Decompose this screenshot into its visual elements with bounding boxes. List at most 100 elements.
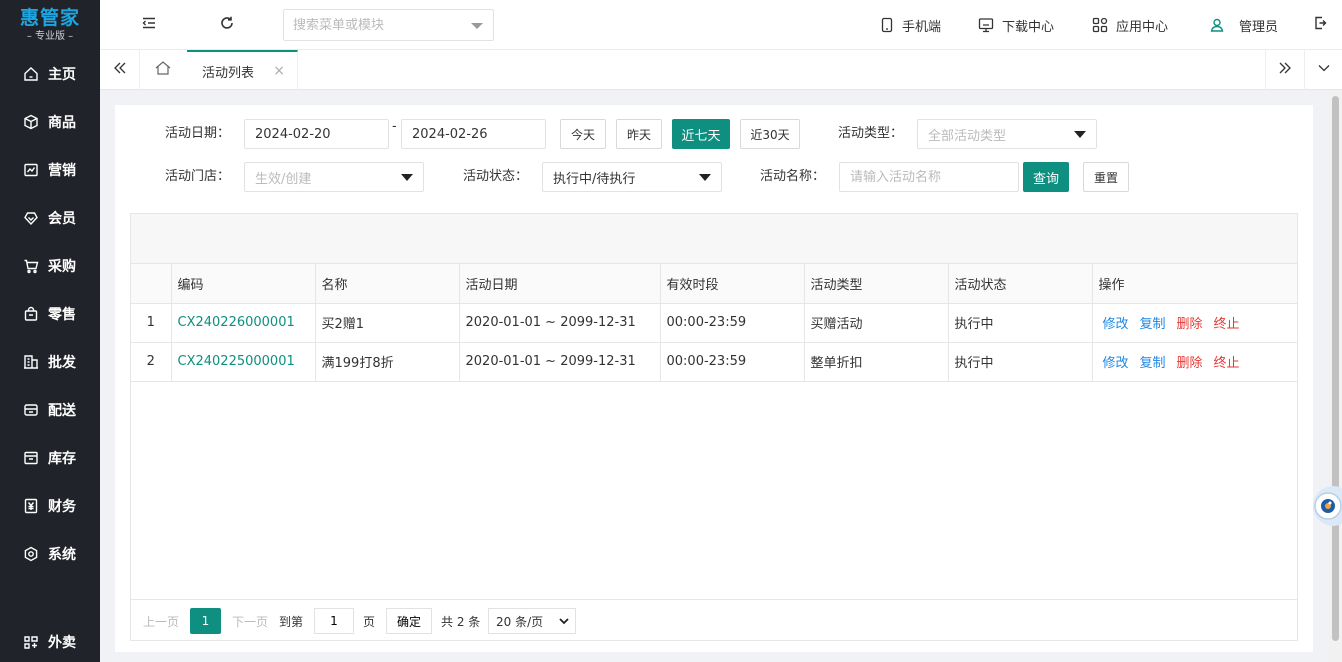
tab-activity-list[interactable]: 活动列表 ×	[187, 50, 298, 90]
sidebar-item-label: 财务	[48, 499, 76, 515]
copy-link[interactable]: 复制	[1140, 317, 1166, 332]
row-index: 2	[131, 342, 172, 382]
column-header-date[interactable]: 活动日期	[459, 264, 661, 304]
today-button[interactable]: 今天	[560, 119, 606, 149]
close-icon[interactable]: ×	[273, 63, 285, 79]
user-avatar-icon	[1209, 17, 1225, 33]
sidebar-item-home[interactable]: 主页	[0, 52, 100, 96]
reset-button[interactable]: 重置	[1083, 162, 1129, 192]
goto-label: 到第	[279, 614, 304, 629]
menu-search[interactable]	[283, 9, 494, 41]
caret-down-icon	[699, 174, 711, 181]
sidebar-item-finance[interactable]: 财务	[0, 484, 100, 528]
sidebar-item-delivery[interactable]: 配送	[0, 388, 100, 432]
goto-confirm-button[interactable]: 确定	[386, 608, 433, 634]
stop-link[interactable]: 终止	[1214, 356, 1240, 371]
next-page-button[interactable]: 下一页	[232, 608, 268, 634]
prev-page-button[interactable]: 上一页	[143, 608, 179, 634]
sidebar-item-products[interactable]: 商品	[0, 100, 100, 144]
tab-bar: 活动列表 ×	[100, 50, 1342, 90]
phone-icon	[880, 17, 894, 33]
sidebar-item-inventory[interactable]: 库存	[0, 436, 100, 480]
column-header-index	[131, 264, 172, 304]
delete-link[interactable]: 删除	[1177, 356, 1203, 371]
goto-page-input[interactable]	[314, 608, 354, 634]
page-scrollbar[interactable]	[1329, 90, 1342, 662]
heart-diamond-icon	[22, 209, 40, 227]
column-header-type[interactable]: 活动类型	[804, 264, 949, 304]
download-center-label: 下载中心	[1002, 19, 1055, 35]
status-select[interactable]: 执行中/待执行	[542, 162, 722, 192]
chevron-down-icon	[558, 615, 570, 630]
sidebar-item-wholesale[interactable]: 批发	[0, 340, 100, 384]
column-header-code[interactable]: 编码	[171, 264, 316, 304]
activity-name-cell: 满199打8折	[315, 342, 460, 382]
monitor-icon	[978, 17, 994, 33]
top-header: 手机端 下载中心 应用中心 管理员	[100, 0, 1342, 50]
app-center-link[interactable]: 应用中心	[1092, 0, 1168, 50]
row-index: 1	[131, 303, 172, 343]
table-row[interactable]: 1 CX240226000001 买2赠1 2020-01-01 ~ 2099-…	[131, 303, 1297, 343]
delete-link[interactable]: 删除	[1177, 317, 1203, 332]
caret-down-icon	[471, 23, 483, 29]
yesterday-button[interactable]: 昨天	[616, 119, 662, 149]
sidebar: 惠管家 – 专业版 – 主页 商品 营销 会员 采购 零售 批发 配送 库存 财…	[0, 0, 100, 662]
activity-type-cell: 买赠活动	[804, 303, 949, 343]
sidebar-item-marketing[interactable]: 营销	[0, 148, 100, 192]
activity-type-label: 活动类型：	[838, 126, 904, 141]
refresh-button[interactable]	[214, 12, 240, 38]
copy-link[interactable]: 复制	[1140, 356, 1166, 371]
sidebar-item-members[interactable]: 会员	[0, 196, 100, 240]
activity-table: 编码 名称 活动日期 有效时段 活动类型 活动状态 操作 1 CX2402260…	[130, 213, 1298, 641]
sidebar-item-label: 配送	[48, 403, 76, 419]
edit-link[interactable]: 修改	[1103, 317, 1129, 332]
home-tab-button[interactable]	[143, 50, 183, 90]
activity-type-cell: 整单折扣	[804, 342, 949, 382]
sidebar-item-label: 系统	[48, 547, 76, 563]
pagination: 上一页 1 下一页 到第 页 确定 共 2 条 20 条/页	[131, 599, 1297, 640]
activity-name-input[interactable]	[839, 162, 1019, 192]
tabs-scroll-left-button[interactable]	[100, 50, 140, 90]
sidebar-item-system[interactable]: 系统	[0, 532, 100, 576]
sidebar-item-purchasing[interactable]: 采购	[0, 244, 100, 288]
brand-logo[interactable]: 惠管家 – 专业版 –	[0, 0, 100, 50]
table-row[interactable]: 2 CX240225000001 满199打8折 2020-01-01 ~ 20…	[131, 342, 1297, 382]
column-header-status[interactable]: 活动状态	[948, 264, 1093, 304]
tabs-menu-button[interactable]	[1305, 50, 1342, 90]
download-center-link[interactable]: 下载中心	[978, 0, 1054, 50]
sidebar-item-label: 采购	[48, 259, 76, 275]
date-end-input[interactable]	[401, 119, 546, 149]
stop-link[interactable]: 终止	[1214, 317, 1240, 332]
column-header-period[interactable]: 有效时段	[660, 264, 805, 304]
mobile-link[interactable]: 手机端	[880, 0, 941, 50]
menu-fold-icon	[141, 15, 157, 35]
last-30-days-button[interactable]: 近30天	[740, 119, 800, 149]
table-header-row: 编码 名称 活动日期 有效时段 活动类型 活动状态 操作	[131, 264, 1297, 304]
query-button[interactable]: 查询	[1023, 162, 1069, 192]
edit-link[interactable]: 修改	[1103, 356, 1129, 371]
scrollbar-thumb[interactable]	[1332, 96, 1339, 641]
date-separator: -	[392, 119, 397, 134]
column-header-name[interactable]: 名称	[315, 264, 460, 304]
building-icon	[22, 353, 40, 371]
page-1-button[interactable]: 1	[190, 608, 221, 634]
activity-type-select[interactable]: 全部活动类型	[917, 119, 1097, 149]
tabs-scroll-right-button[interactable]	[1265, 50, 1305, 90]
app-center-label: 应用中心	[1116, 19, 1169, 35]
activity-code-cell: CX240226000001	[171, 303, 316, 343]
logout-button[interactable]	[1308, 12, 1334, 38]
activity-code-link[interactable]: CX240225000001	[178, 354, 295, 369]
sidebar-item-takeout[interactable]: 外卖	[0, 620, 100, 662]
floating-assistant-button[interactable]	[1311, 472, 1342, 540]
collapse-menu-button[interactable]	[136, 12, 162, 38]
store-select[interactable]: 生效/创建	[244, 162, 424, 192]
menu-search-input[interactable]	[293, 17, 463, 33]
activity-code-link[interactable]: CX240226000001	[178, 315, 295, 330]
last-7-days-button[interactable]: 近七天	[672, 119, 730, 149]
page-size-select[interactable]: 20 条/页	[488, 608, 576, 634]
sidebar-item-retail[interactable]: 零售	[0, 292, 100, 336]
date-start-input[interactable]	[244, 119, 389, 149]
activity-date-cell: 2020-01-01 ~ 2099-12-31	[459, 342, 661, 382]
user-menu[interactable]: 管理员	[1209, 0, 1278, 50]
status-label: 活动状态：	[463, 169, 529, 184]
